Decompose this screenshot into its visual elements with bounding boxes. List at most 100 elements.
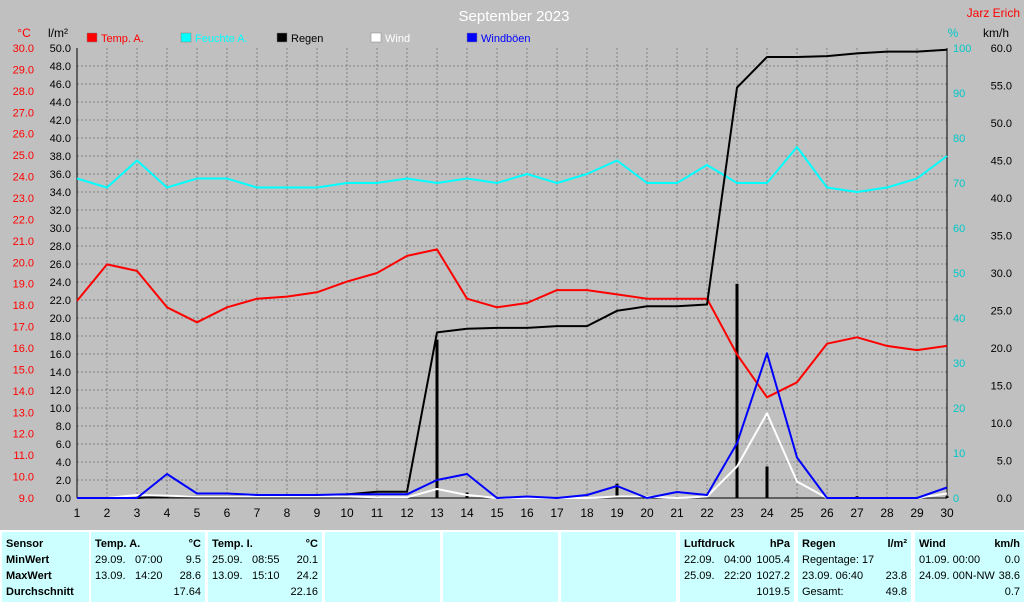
temp-tick-label: 26.0 bbox=[13, 129, 34, 141]
humidity-tick-label: 50 bbox=[953, 268, 965, 280]
temp-tick-label: 10.0 bbox=[13, 472, 34, 484]
legend: Temp. A. Feuchte A. Regen Wind Windböen bbox=[86, 32, 531, 45]
rain-tick-label: 32.0 bbox=[50, 205, 71, 217]
temp-tick-label: 21.0 bbox=[13, 236, 34, 248]
luftdruck-min-value: 1005.4 bbox=[756, 554, 790, 566]
temp-tick-label: 18.0 bbox=[13, 300, 34, 312]
wind-tick-label: 0.0 bbox=[997, 493, 1012, 505]
regen-gesamt-label: Gesamt: bbox=[802, 586, 844, 598]
luftdruck-max-time: 22:20 bbox=[724, 570, 752, 582]
luftdruck-min-time: 04:00 bbox=[724, 554, 752, 566]
x-tick-label: 27 bbox=[850, 506, 864, 520]
x-tick-label: 22 bbox=[700, 506, 714, 520]
temp-i-max-date: 13.09. bbox=[212, 570, 243, 582]
temp-tick-label: 16.0 bbox=[13, 343, 34, 355]
x-tick-label: 21 bbox=[670, 506, 684, 520]
minwert-label: MinWert bbox=[6, 554, 50, 566]
humidity-tick-label: 80 bbox=[953, 133, 965, 145]
temp-tick-label: 12.0 bbox=[13, 429, 34, 441]
legend-swatch bbox=[86, 32, 98, 43]
temp-tick-label: 9.0 bbox=[19, 493, 34, 505]
x-tick-label: 15 bbox=[490, 506, 504, 520]
wind-min-label: 01.09. 00:00 bbox=[919, 554, 981, 566]
x-tick-label: 30 bbox=[940, 506, 954, 520]
rain-bar bbox=[945, 496, 949, 498]
rain-tick-label: 20.0 bbox=[50, 313, 71, 325]
wind-avg-value: 0.7 bbox=[1004, 586, 1020, 598]
plot-area bbox=[77, 48, 947, 498]
rain-tick-label: 28.0 bbox=[50, 241, 71, 253]
stats-empty-column-3 bbox=[561, 532, 676, 602]
temp-tick-label: 25.0 bbox=[13, 150, 34, 162]
temp-tick-label: 15.0 bbox=[13, 364, 34, 376]
chart-author: Jarz Erich bbox=[967, 6, 1020, 20]
x-tick-label: 11 bbox=[371, 506, 384, 520]
wind-max-label: 24.09. 00N-NW bbox=[919, 570, 995, 582]
x-tick-label: 8 bbox=[284, 506, 291, 520]
temp-i-min-date: 25.09. bbox=[212, 554, 243, 566]
x-tick-label: 25 bbox=[790, 506, 804, 520]
humidity-tick-label: 40 bbox=[953, 313, 965, 325]
regen-header: Regen bbox=[802, 538, 836, 550]
wind-tick-label: 15.0 bbox=[991, 381, 1012, 393]
x-tick-label: 24 bbox=[760, 506, 774, 520]
temp-a-max-time: 14:20 bbox=[135, 570, 163, 582]
stats-temp-i-column: Temp. I. °C 25.09. 08:55 20.1 13.09. 15:… bbox=[208, 532, 322, 602]
rain-tick-label: 40.0 bbox=[50, 133, 71, 145]
x-tick-label: 10 bbox=[340, 506, 354, 520]
wind-tick-label: 5.0 bbox=[997, 456, 1012, 468]
rain-tick-label: 10.0 bbox=[50, 403, 71, 415]
temp-tick-label: 20.0 bbox=[13, 257, 34, 269]
rain-tick-label: 42.0 bbox=[50, 115, 71, 127]
humidity-axis-unit: % bbox=[948, 26, 959, 40]
x-tick-label: 3 bbox=[134, 506, 141, 520]
wind-tick-label: 30.0 bbox=[991, 268, 1012, 280]
wind-header: Wind bbox=[919, 538, 946, 550]
rain-tick-label: 12.0 bbox=[50, 385, 71, 397]
luftdruck-max-value: 1027.2 bbox=[756, 570, 790, 582]
x-tick-label: 26 bbox=[820, 506, 834, 520]
rain-tick-label: 50.0 bbox=[50, 43, 71, 55]
rain-tick-label: 26.0 bbox=[50, 259, 71, 271]
x-tick-label: 28 bbox=[880, 506, 894, 520]
stats-empty-column-2 bbox=[443, 532, 558, 602]
legend-swatch bbox=[466, 32, 478, 43]
x-tick-label: 9 bbox=[314, 506, 321, 520]
luftdruck-avg-value: 1019.5 bbox=[756, 586, 790, 598]
rain-tick-label: 6.0 bbox=[56, 439, 71, 451]
temp-i-header: Temp. I. bbox=[212, 538, 253, 550]
temp-i-min-time: 08:55 bbox=[252, 554, 280, 566]
temp-tick-label: 19.0 bbox=[13, 279, 34, 291]
rain-tick-label: 34.0 bbox=[50, 187, 71, 199]
temp-a-header: Temp. A. bbox=[95, 538, 141, 550]
rain-tick-label: 0.0 bbox=[56, 493, 71, 505]
wind-tick-label: 60.0 bbox=[991, 43, 1012, 55]
rain-tick-label: 14.0 bbox=[50, 367, 71, 379]
x-tick-label: 19 bbox=[610, 506, 624, 520]
luftdruck-unit: hPa bbox=[769, 538, 790, 550]
wind-tick-label: 35.0 bbox=[991, 231, 1012, 243]
legend-swatch bbox=[370, 32, 382, 43]
x-tick-label: 1 bbox=[74, 506, 81, 520]
temp-a-avg-value: 17.64 bbox=[173, 586, 201, 598]
rain-tick-label: 30.0 bbox=[50, 223, 71, 235]
regentage-label: Regentage: 17 bbox=[802, 554, 875, 566]
rain-bar bbox=[435, 339, 439, 498]
x-tick-label: 6 bbox=[224, 506, 231, 520]
x-tick-label: 4 bbox=[164, 506, 171, 520]
humidity-tick-label: 30 bbox=[953, 358, 965, 370]
temp-i-unit: °C bbox=[305, 538, 318, 550]
regen-gesamt-value: 49.8 bbox=[885, 586, 907, 598]
x-tick-label: 23 bbox=[730, 506, 744, 520]
humidity-tick-label: 20 bbox=[953, 403, 965, 415]
rain-tick-label: 48.0 bbox=[50, 61, 71, 73]
legend-label: Feuchte A. bbox=[195, 33, 248, 45]
x-tick-label: 13 bbox=[430, 506, 444, 520]
rain-tick-label: 16.0 bbox=[50, 349, 71, 361]
regen-max-label: 23.09. 06:40 bbox=[802, 570, 864, 582]
rain-tick-label: 46.0 bbox=[50, 79, 71, 91]
stats-temp-a-column: Temp. A. °C 29.09. 07:00 9.5 13.09. 14:2… bbox=[91, 532, 205, 602]
regen-max-value: 23.8 bbox=[885, 570, 907, 582]
x-tick-label: 18 bbox=[580, 506, 594, 520]
temp-a-max-value: 28.6 bbox=[179, 570, 201, 582]
